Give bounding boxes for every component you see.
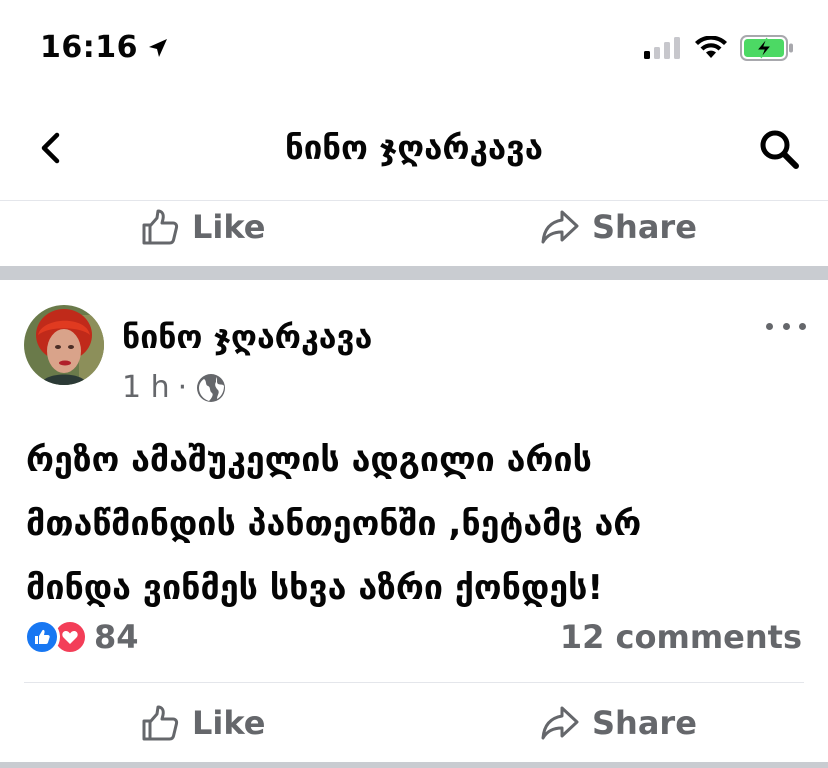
status-time: 16:16: [40, 30, 138, 65]
more-dot: [766, 322, 773, 330]
more-dot: [799, 322, 806, 330]
post-author-name[interactable]: ნინო ჯღარკავა: [122, 318, 372, 356]
more-dot: [782, 322, 790, 330]
search-button[interactable]: [754, 128, 804, 174]
share-button[interactable]: Share: [540, 187, 697, 267]
feed-separator: [0, 266, 828, 280]
like-label: Like: [192, 208, 266, 246]
wifi-icon: [694, 36, 728, 60]
status-icons: [644, 35, 794, 61]
nav-bar: ნინო ჯღარკავა: [0, 100, 828, 200]
like-button[interactable]: Like: [140, 187, 265, 267]
post-meta: 1 h ·: [122, 370, 227, 405]
like-reaction-icon: [24, 619, 60, 655]
more-options-button[interactable]: [766, 314, 806, 338]
battery-charging-icon: [740, 35, 794, 61]
search-icon: [758, 128, 800, 174]
post-time[interactable]: 1 h: [122, 370, 170, 405]
share-arrow-icon: [540, 207, 580, 247]
post-action-row: Like Share: [0, 683, 828, 763]
reactions-summary[interactable]: 84: [24, 618, 139, 656]
thumbs-up-icon: [140, 207, 180, 247]
page-title: ნინო ჯღარკავა: [284, 128, 544, 167]
reaction-count: 84: [94, 618, 139, 656]
post-text-line: მთაწმინდის პანთეონში ,ნეტამც არ: [26, 504, 642, 544]
feed-separator: [0, 762, 828, 768]
meta-separator: ·: [177, 370, 188, 405]
share-label: Share: [592, 704, 697, 742]
share-arrow-icon: [540, 703, 580, 743]
globe-icon: [195, 372, 227, 404]
cellular-signal-icon: [644, 37, 682, 59]
share-label: Share: [592, 208, 697, 246]
comments-count[interactable]: 12 comments: [560, 618, 802, 656]
post-text: რეზო ამაშუკელის ადგილი არის მთაწმინდის პ…: [26, 428, 806, 620]
like-label: Like: [192, 704, 266, 742]
post-text-line: რეზო ამაშუკელის ადგილი არის: [26, 440, 592, 480]
thumbs-up-icon: [140, 703, 180, 743]
avatar[interactable]: [24, 305, 104, 385]
share-button[interactable]: Share: [540, 683, 697, 763]
status-time-group: 16:16: [40, 30, 170, 65]
post-text-line: მინდა ვინმეს სხვა აზრი ქონდეს!: [26, 568, 603, 608]
facebook-profile-screen: 16:16 ნინო ჯღარკავა Like Share ნინო ჯღარ…: [0, 0, 828, 768]
location-arrow-icon: [146, 36, 170, 60]
like-button[interactable]: Like: [140, 683, 265, 763]
previous-post-action-row: Like Share: [0, 187, 828, 267]
status-bar: 16:16: [0, 0, 828, 100]
